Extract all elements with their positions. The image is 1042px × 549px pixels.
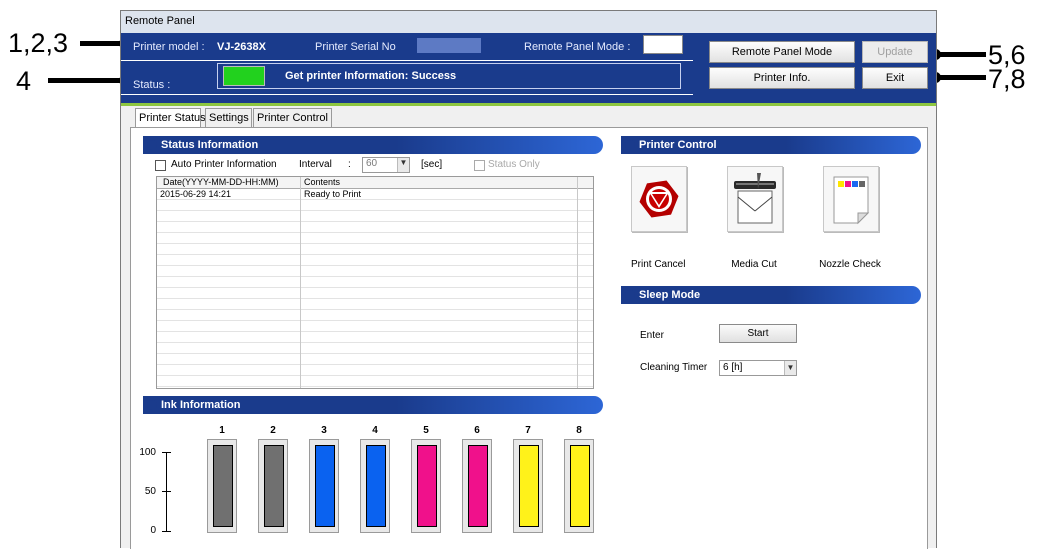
ink-level-fill [366,445,386,527]
callout-line-1-2-3 [80,41,124,46]
tab-printer-control[interactable]: Printer Control [253,108,332,127]
chevron-down-icon: ▼ [784,361,796,375]
remote-panel-mode-label: Remote Panel Mode : [524,41,631,53]
ink-slot-number: 5 [423,425,429,436]
exit-button[interactable]: Exit [862,67,928,89]
tab-settings[interactable]: Settings [205,108,252,127]
ink-tank [258,439,288,533]
nozzle-check-icon [833,176,870,225]
ink-level-fill [417,445,437,527]
printer-model-label: Printer model : [133,41,205,53]
axis-tick-0: 0 [150,525,156,536]
printer-serial-label: Printer Serial No [315,41,396,53]
interval-value: 60 [366,158,378,169]
printer-model-value: VJ-2638X [217,41,266,53]
ink-information-header: Ink Information [143,396,603,414]
interval-select[interactable]: 60 ▼ [362,157,410,173]
ink-slot-number: 3 [321,425,327,436]
axis-tick-50: 50 [144,486,156,497]
status-message: Get printer Information: Success [285,70,457,82]
printer-control-header: Printer Control [621,136,921,154]
nozzle-check-label: Nozzle Check [819,259,881,270]
column-header-contents: Contents [304,177,341,187]
ink-tank [360,439,390,533]
media-cut-label: Media Cut [731,259,777,270]
table-row-contents: Ready to Print [304,189,362,199]
window-title: Remote Panel [121,11,936,33]
media-cut-icon [734,173,776,224]
interval-label: Interval [299,159,332,170]
axis-tick-100: 100 [139,447,156,458]
ink-slot-number: 1 [219,425,225,436]
status-label: Status : [133,79,171,91]
status-only-label: Status Only [488,159,540,170]
column-header-date: Date(YYYY-MM-DD-HH:MM) [163,177,279,187]
status-only-checkbox[interactable] [474,160,485,171]
ink-slot-number: 7 [525,425,531,436]
status-information-header: Status Information [143,136,603,154]
cleaning-timer-value: 6 [h] [723,362,743,373]
cleaning-timer-select[interactable]: 6 [h] ▼ [719,360,797,376]
auto-printer-info-checkbox[interactable] [155,160,166,171]
callout-4: 4 [16,66,32,96]
ink-level-fill [315,445,335,527]
ink-level-fill [468,445,488,527]
printer-info-button[interactable]: Printer Info. [709,67,855,89]
enter-label: Enter [640,330,664,341]
chevron-down-icon: ▼ [397,158,409,172]
ink-slot-number: 2 [270,425,276,436]
print-cancel-icon [639,180,679,218]
status-log-table[interactable]: Date(YYYY-MM-DD-HH:MM) Contents 2015-06-… [156,176,594,389]
printer-header: Printer model : VJ-2638X Printer Serial … [121,33,936,103]
remote-panel-window: Remote Panel Printer model : VJ-2638X Pr… [120,10,937,549]
ink-axis-tick-mid [162,491,171,492]
update-button[interactable]: Update [862,41,928,63]
ink-slot-number: 6 [474,425,480,436]
ink-axis-tick-bottom [162,531,171,532]
callout-line-4 [48,78,124,83]
callout-7-8: 7,8 [988,64,1026,94]
status-divider [121,94,693,95]
ink-axis-tick-top [162,452,171,453]
remote-panel-mode-button[interactable]: Remote Panel Mode [709,41,855,63]
callout-line-5-6 [936,52,986,57]
remote-panel-mode-indicator [643,35,683,54]
ink-level-fill [213,445,233,527]
ink-axis [166,452,167,532]
cleaning-timer-label: Cleaning Timer [640,362,708,373]
tab-printer-status[interactable]: Printer Status [135,108,206,128]
sleep-start-button[interactable]: Start [719,324,797,343]
ink-level-fill [570,445,590,527]
print-cancel-label: Print Cancel [631,259,686,270]
ink-level-fill [264,445,284,527]
header-accent-bar [121,103,936,106]
ink-slot-number: 4 [372,425,378,436]
callout-1-2-3: 1,2,3 [8,28,69,58]
auto-printer-info-label: Auto Printer Information [171,159,277,170]
ink-tank [309,439,339,533]
ink-tank [462,439,492,533]
interval-colon: : [348,159,351,170]
nozzle-check-button[interactable] [823,166,879,232]
table-row-date: 2015-06-29 14:21 [160,189,232,199]
ink-tank [564,439,594,533]
sec-unit-label: [sec] [421,159,443,170]
ink-tank [411,439,441,533]
sleep-mode-header: Sleep Mode [621,286,921,304]
ink-tank [207,439,237,533]
scrollbar-divider [577,177,578,388]
ink-level-fill [519,445,539,527]
column-divider [300,177,301,388]
printer-serial-value [417,38,481,53]
ink-slot-number: 8 [576,425,582,436]
callout-line-7-8 [936,75,986,80]
media-cut-button[interactable] [727,166,783,232]
print-cancel-button[interactable] [631,166,687,232]
ink-tank [513,439,543,533]
printer-status-panel: Status Information Auto Printer Informat… [130,127,928,549]
header-divider [121,60,693,61]
